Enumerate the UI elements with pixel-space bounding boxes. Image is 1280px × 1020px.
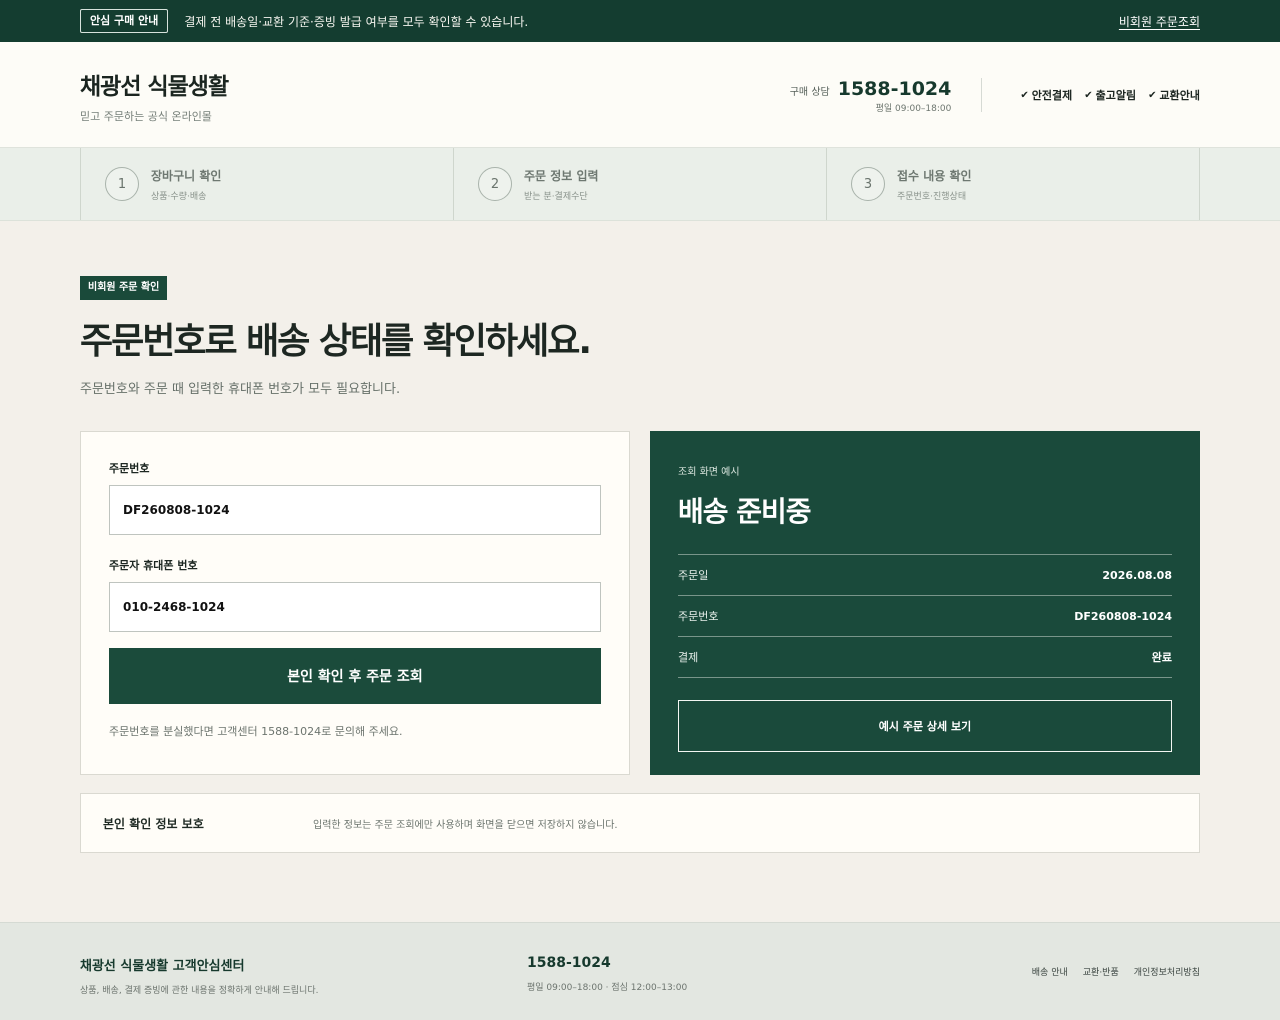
page-subtitle: 주문번호와 주문 때 입력한 휴대폰 번호가 모두 필요합니다. — [80, 382, 401, 397]
top-notice-bar: 안심 구매 안내 결제 전 배송일·교환 기준·증빙 발급 여부를 모두 확인할… — [0, 0, 1280, 42]
order-info-list: 주문일 2026.08.08 주문번호 DF260808-1024 결제 완료 — [678, 554, 1172, 678]
site-header: 채광선 식물생활 믿고 주문하는 공식 온라인몰 구매 상담 1588-1024… — [0, 42, 1280, 148]
step-title: 주문 정보 입력 — [524, 168, 599, 183]
info-value: 2026.08.08 — [1102, 568, 1172, 582]
checkout-steps: 1 장바구니 확인 상품·수량·배송 2 주문 정보 입력 받는 분·결제수단 … — [0, 148, 1280, 221]
check-icon: ✔ — [1148, 89, 1157, 101]
trust-badges: ✔ 안전결제 ✔ 출고알림 ✔ 교환안내 — [982, 87, 1200, 103]
info-value: DF260808-1024 — [1074, 609, 1172, 623]
order-number-input[interactable] — [109, 485, 601, 535]
info-key: 주문번호 — [678, 610, 719, 623]
hotline-hours: 평일 09:00–18:00 — [875, 104, 952, 114]
footer-description: 상품, 배송, 결제 증빙에 관한 내용을 정확하게 안내해 드립니다. — [80, 986, 319, 996]
privacy-notice: 본인 확인 정보 보호 입력한 정보는 주문 조회에만 사용하며 화면을 닫으면… — [80, 793, 1200, 853]
trust-badge-shipping-alert: ✔ 출고알림 — [1084, 89, 1137, 102]
safe-purchase-badge: 안심 구매 안내 — [80, 9, 169, 33]
step-number: 3 — [851, 167, 885, 201]
view-sample-order-detail-button[interactable]: 예시 주문 상세 보기 — [678, 700, 1172, 752]
phone-number-label: 주문자 휴대폰 번호 — [109, 559, 198, 572]
step-number: 2 — [478, 167, 512, 201]
help-text: 주문번호를 분실했다면 고객센터 1588-1024로 문의해 주세요. — [109, 725, 403, 738]
info-value: 완료 — [1151, 651, 1172, 664]
hotline-label: 구매 상담 — [789, 87, 830, 98]
step-confirmation: 3 접수 내용 확인 주문번호·진행상태 — [827, 148, 1200, 220]
footer-links: 배송 안내 교환·반품 개인정보처리방침 — [1032, 955, 1200, 996]
brand[interactable]: 채광선 식물생활 믿고 주문하는 공식 온라인몰 — [80, 67, 229, 124]
check-icon: ✔ — [1084, 89, 1093, 101]
order-number-label: 주문번호 — [109, 462, 150, 475]
trust-badge-secure-payment: ✔ 안전결제 — [1020, 89, 1073, 102]
trust-badge-exchange-guide: ✔ 교환안내 — [1148, 89, 1200, 102]
topbar-notice-text: 결제 전 배송일·교환 기준·증빙 발급 여부를 모두 확인할 수 있습니다. — [184, 14, 529, 29]
footer-link-privacy[interactable]: 개인정보처리방침 — [1134, 965, 1200, 996]
step-title: 장바구니 확인 — [151, 168, 222, 183]
step-subtitle: 상품·수량·배송 — [151, 191, 207, 202]
site-footer: 채광선 식물생활 고객안심센터 상품, 배송, 결제 증빙에 관한 내용을 정확… — [0, 922, 1280, 1020]
privacy-title: 본인 확인 정보 보호 — [103, 816, 204, 831]
info-key: 주문일 — [678, 569, 709, 582]
privacy-text: 입력한 정보는 주문 조회에만 사용하며 화면을 닫으면 저장하지 않습니다. — [313, 819, 618, 831]
info-row-order-date: 주문일 2026.08.08 — [678, 555, 1172, 596]
brand-tagline: 믿고 주문하는 공식 온라인몰 — [80, 109, 212, 123]
info-row-payment: 결제 완료 — [678, 637, 1172, 678]
delivery-status: 배송 준비중 — [678, 495, 812, 528]
step-subtitle: 주문번호·진행상태 — [897, 191, 967, 202]
guest-order-lookup-link[interactable]: 비회원 주문조회 — [1119, 13, 1200, 30]
page-title: 주문번호로 배송 상태를 확인하세요. — [80, 321, 592, 362]
brand-name: 채광선 식물생활 — [80, 73, 229, 100]
order-lookup-form: 주문번호 주문자 휴대폰 번호 본인 확인 후 주문 조회 주문번호를 분실했다… — [80, 431, 630, 775]
step-number: 1 — [105, 167, 139, 201]
check-icon: ✔ — [1020, 89, 1029, 101]
info-key: 결제 — [678, 651, 699, 664]
hotline: 구매 상담 1588-1024 평일 09:00–18:00 — [789, 78, 983, 114]
main-content: 비회원 주문 확인 주문번호로 배송 상태를 확인하세요. 주문번호와 주문 때… — [0, 221, 1280, 853]
info-row-order-number: 주문번호 DF260808-1024 — [678, 596, 1172, 637]
footer-hours: 평일 09:00–18:00 · 점심 12:00–13:00 — [527, 983, 688, 993]
phone-number-input[interactable] — [109, 582, 601, 632]
step-subtitle: 받는 분·결제수단 — [524, 191, 588, 202]
lookup-preview-card: 조회 화면 예시 배송 준비중 주문일 2026.08.08 주문번호 DF26… — [650, 431, 1200, 775]
footer-link-shipping[interactable]: 배송 안내 — [1032, 965, 1068, 996]
footer-phone: 1588-1024 — [527, 955, 611, 971]
step-cart: 1 장바구니 확인 상품·수량·배송 — [81, 148, 454, 220]
preview-label: 조회 화면 예시 — [678, 467, 740, 478]
step-order-info: 2 주문 정보 입력 받는 분·결제수단 — [454, 148, 827, 220]
hotline-number: 1588-1024 — [837, 78, 952, 100]
verify-and-lookup-button[interactable]: 본인 확인 후 주문 조회 — [109, 648, 601, 704]
section-kicker: 비회원 주문 확인 — [80, 276, 168, 300]
footer-link-returns[interactable]: 교환·반품 — [1083, 965, 1119, 996]
step-title: 접수 내용 확인 — [897, 168, 972, 183]
footer-title: 채광선 식물생활 고객안심센터 — [80, 959, 245, 974]
